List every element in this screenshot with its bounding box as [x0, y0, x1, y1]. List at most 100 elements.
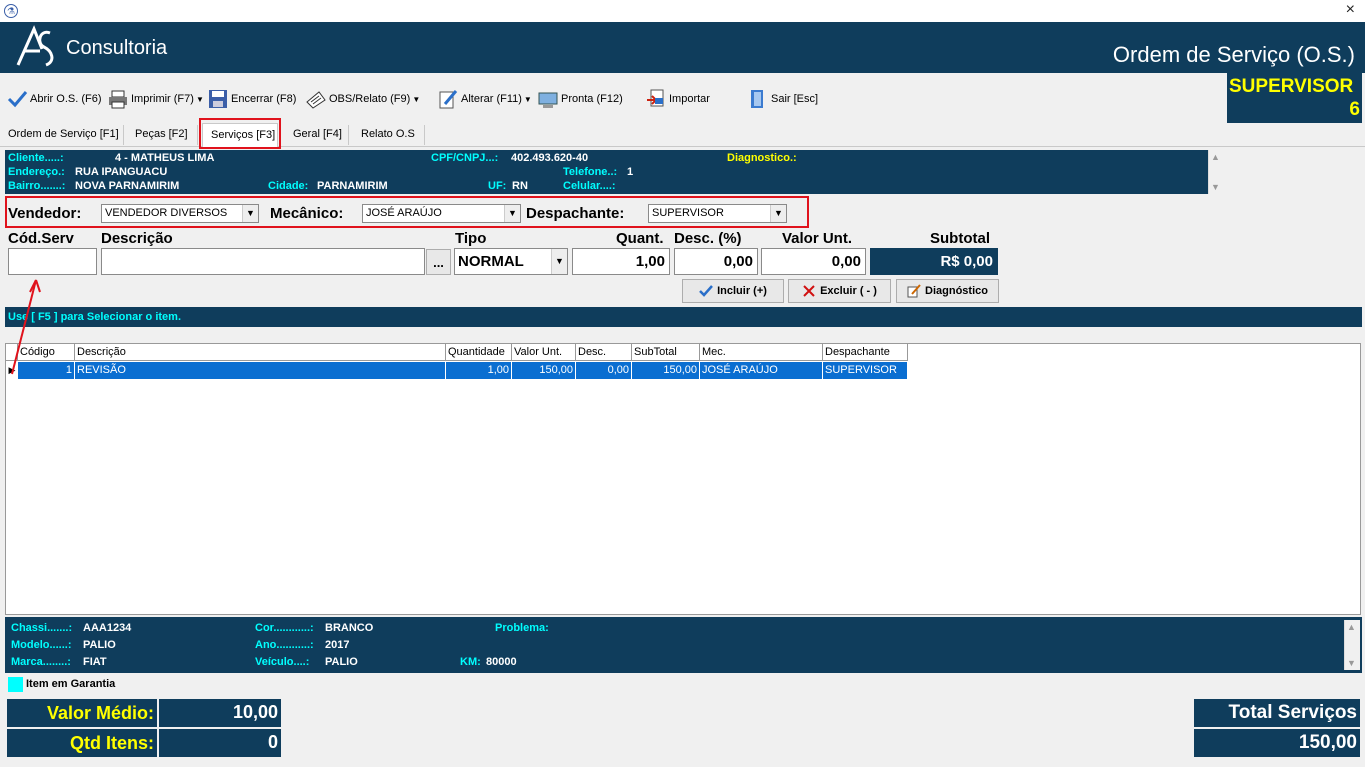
table-cell[interactable]: 150,00: [512, 362, 576, 379]
descricao-input[interactable]: [101, 248, 425, 275]
browse-button[interactable]: ...: [426, 249, 451, 275]
encerrar-label: Encerrar (F8): [231, 93, 297, 105]
hint-bar: Use [ F5 ] para Selecionar o item.: [5, 307, 1362, 327]
cidade-label: Cidade:: [268, 180, 309, 192]
table-cell[interactable]: 0,00: [576, 362, 632, 379]
chevron-down-icon[interactable]: ▼: [242, 205, 258, 222]
tab-relato-os[interactable]: Relato O.S: [349, 125, 425, 145]
close-icon[interactable]: ×: [1346, 1, 1355, 19]
cod-serv-input[interactable]: [8, 248, 97, 275]
col-header[interactable]: Desc.: [576, 344, 632, 361]
cliente-value: 4 - MATHEUS LIMA: [115, 152, 215, 164]
scroll-up-icon[interactable]: ▲: [1211, 152, 1220, 162]
col-header[interactable]: SubTotal: [632, 344, 700, 361]
window-titlebar: ⚗ ×: [0, 0, 1365, 22]
col-header[interactable]: Despachante: [823, 344, 908, 361]
bairro-value: NOVA PARNAMIRIM: [75, 180, 180, 192]
table-cell[interactable]: REVISÃO: [75, 362, 446, 379]
exit-door-icon: [751, 90, 763, 108]
diagnostico-label: Diagnostico.:: [727, 152, 797, 164]
cod-serv-label: Cód.Serv: [8, 230, 74, 247]
tab-bar: Ordem de Serviço [F1] Peças [F2] Serviço…: [0, 123, 1365, 147]
checkmark-icon: [7, 91, 28, 108]
tipo-select[interactable]: NORMAL ▼: [454, 248, 568, 275]
user-box: SUPERVISOR 6: [1227, 73, 1362, 123]
toolbar: Abrir O.S. (F6) Imprimir (F7) ▼ Encerrar …: [0, 73, 1226, 123]
uf-label: UF:: [488, 180, 507, 192]
services-grid[interactable]: Código Descrição Quantidade Valor Unt. D…: [5, 343, 1361, 615]
valor-unt-input[interactable]: 0,00: [761, 248, 866, 275]
col-header[interactable]: Quantidade: [446, 344, 512, 361]
vendedor-select[interactable]: VENDEDOR DIVERSOS ▼: [101, 204, 259, 223]
col-header[interactable]: Código: [18, 344, 75, 361]
scroll-down-icon[interactable]: ▼: [1347, 658, 1356, 668]
client-panel: Cliente.....: 4 - MATHEUS LIMA Endereço.…: [5, 150, 1224, 194]
pronta-button[interactable]: Pronta (F12): [537, 85, 623, 113]
bairro-label: Bairro.......:: [8, 180, 66, 192]
tipo-value: NORMAL: [458, 253, 524, 270]
row-pointer-icon: ▶: [6, 362, 18, 379]
tab-ordem-servico[interactable]: Ordem de Serviço [F1]: [0, 125, 124, 145]
mecanico-select[interactable]: JOSÉ ARAÚJO ▼: [362, 204, 521, 223]
despachante-select[interactable]: SUPERVISOR ▼: [648, 204, 787, 223]
valor-medio-box: 10,00: [159, 699, 281, 727]
encerrar-button[interactable]: Encerrar (F8): [207, 85, 296, 113]
quant-input[interactable]: 1,00: [572, 248, 670, 275]
sair-button[interactable]: Sair [Esc]: [747, 85, 818, 113]
total-servicos-label: Total Serviços: [1228, 702, 1357, 723]
col-header[interactable]: Descrição: [75, 344, 446, 361]
obs-relato-label: OBS/Relato (F9): [329, 93, 411, 105]
app-header: Consultoria Ordem de Serviço (O.S.): [0, 22, 1365, 73]
importar-button[interactable]: Importar: [645, 85, 710, 113]
desc-percent-input[interactable]: 0,00: [674, 248, 758, 275]
table-cell[interactable]: 150,00: [632, 362, 700, 379]
chevron-down-icon[interactable]: ▼: [551, 249, 567, 274]
edit-icon: [907, 284, 921, 298]
subtotal-label: Subtotal: [930, 230, 990, 247]
alterar-button[interactable]: Alterar (F11) ▼: [437, 85, 532, 113]
qtd-itens-label-box: Qtd Itens:: [7, 729, 157, 757]
km-value: 80000: [486, 656, 517, 668]
excluir-button[interactable]: Excluir ( - ): [788, 279, 891, 303]
scroll-down-icon[interactable]: ▼: [1211, 182, 1220, 192]
screen-icon: [538, 92, 558, 108]
incluir-button[interactable]: Incluir (+): [682, 279, 784, 303]
pronta-label: Pronta (F12): [561, 93, 623, 105]
cidade-value: PARNAMIRIM: [317, 180, 388, 192]
vehicle-scrollbar[interactable]: ▲ ▼: [1344, 620, 1360, 670]
table-cell[interactable]: SUPERVISOR: [823, 362, 908, 379]
tab-pecas[interactable]: Peças [F2]: [124, 125, 198, 145]
edit-icon: [439, 90, 458, 109]
qtd-itens-box: 0: [159, 729, 281, 757]
table-cell[interactable]: 1,00: [446, 362, 512, 379]
warranty-color-swatch: [8, 677, 23, 692]
uf-value: RN: [512, 180, 528, 192]
table-cell[interactable]: JOSÉ ARAÚJO: [700, 362, 823, 379]
client-scrollbar[interactable]: ▲ ▼: [1208, 150, 1224, 194]
chevron-down-icon[interactable]: ▼: [770, 205, 786, 222]
row-indicator-header: [6, 344, 18, 361]
table-cell[interactable]: 1: [18, 362, 75, 379]
marca-label: Marca........:: [11, 656, 71, 668]
col-header[interactable]: Valor Unt.: [512, 344, 576, 361]
import-icon: [647, 89, 664, 107]
endereco-value: RUA IPANGUACU: [75, 166, 168, 178]
ano-label: Ano...........:: [255, 639, 314, 651]
scroll-up-icon[interactable]: ▲: [1347, 622, 1356, 632]
chevron-down-icon[interactable]: ▼: [504, 205, 520, 222]
warranty-legend: Item em Garantia: [26, 678, 116, 690]
total-servicos-value: 150,00: [1298, 732, 1357, 753]
problema-label: Problema:: [495, 622, 549, 634]
mecanico-value: JOSÉ ARAÚJO: [366, 207, 442, 219]
abrir-os-button[interactable]: Abrir O.S. (F6): [6, 85, 102, 113]
veiculo-label: Veículo....:: [255, 656, 310, 668]
tipo-label: Tipo: [455, 230, 487, 247]
diagnostico-button[interactable]: Diagnóstico: [896, 279, 999, 303]
qtd-itens-value: 0: [267, 732, 278, 752]
imprimir-button[interactable]: Imprimir (F7) ▼: [107, 85, 204, 113]
tab-geral[interactable]: Geral [F4]: [285, 125, 349, 145]
save-disk-icon: [209, 90, 227, 108]
obs-relato-button[interactable]: OBS/Relato (F9) ▼: [305, 85, 420, 113]
col-header[interactable]: Mec.: [700, 344, 823, 361]
tab-servicos[interactable]: Serviços [F3]: [202, 123, 278, 147]
